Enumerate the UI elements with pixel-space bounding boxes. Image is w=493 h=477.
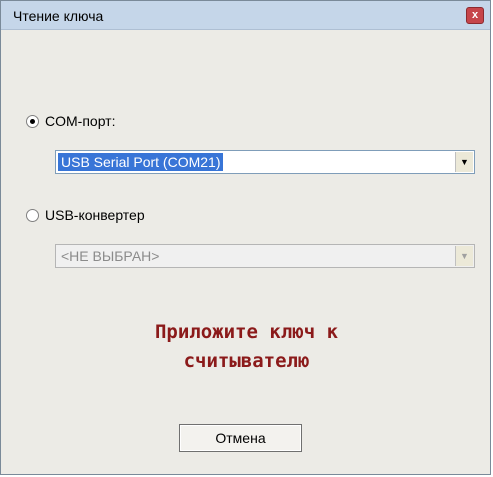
window-title: Чтение ключа xyxy=(13,8,104,24)
usb-converter-select-value: <НЕ ВЫБРАН> xyxy=(61,248,160,264)
cancel-button[interactable]: Отмена xyxy=(179,424,302,452)
dialog-window: Чтение ключа x xyxy=(0,0,491,475)
usb-converter-radio[interactable] xyxy=(26,208,39,222)
usb-converter-select[interactable]: <НЕ ВЫБРАН> ▼ xyxy=(55,244,475,268)
usb-converter-option[interactable]: USB-конвертер xyxy=(26,207,145,223)
title-bar[interactable]: Чтение ключа x xyxy=(1,1,490,30)
usb-converter-label: USB-конвертер xyxy=(45,207,145,223)
com-port-label: COM-порт: xyxy=(45,113,116,129)
com-port-radio[interactable] xyxy=(26,114,39,128)
status-message: Приложите ключ к считывателю xyxy=(0,318,493,376)
chevron-down-icon[interactable]: ▼ xyxy=(455,246,473,266)
chevron-down-icon[interactable]: ▼ xyxy=(455,152,473,172)
close-button[interactable]: x xyxy=(466,7,484,24)
com-port-option[interactable]: COM-порт: xyxy=(26,113,115,129)
status-message-line1: Приложите ключ к xyxy=(154,321,339,343)
com-port-select[interactable]: USB Serial Port (COM21) ▼ xyxy=(55,150,475,174)
status-message-line2: считывателю xyxy=(183,350,310,372)
close-icon: x xyxy=(471,9,479,21)
com-port-select-value: USB Serial Port (COM21) xyxy=(58,153,224,171)
